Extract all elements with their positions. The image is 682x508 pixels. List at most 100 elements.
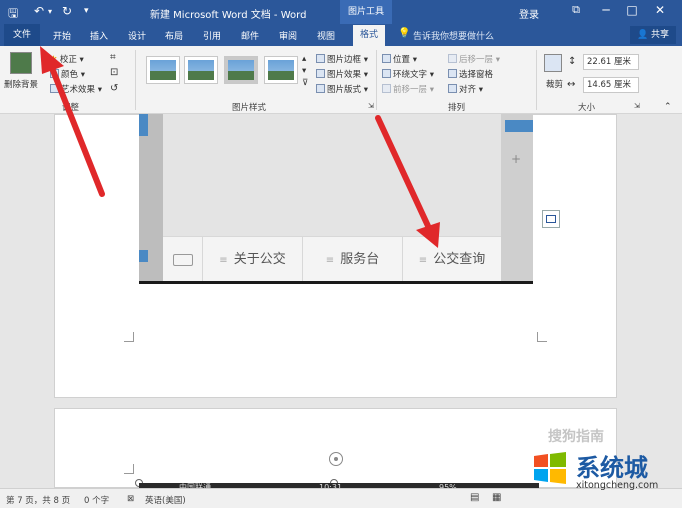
site-logo: 系统城 xitongcheng.com [528,446,678,502]
align-button[interactable]: 对齐 ▾ [448,83,483,95]
artistic-effects-icon [50,84,59,93]
close-button[interactable]: ✕ [650,3,670,17]
collapse-ribbon-icon[interactable]: ⌃ [664,102,672,112]
gallery-scroll-up-icon[interactable]: ▴ [302,54,306,64]
picture-style-1[interactable] [146,56,180,84]
picture-effects-button[interactable]: 图片效果 ▾ [316,68,368,80]
document-area: + ≡关于公交 ≡服务台 ≡公交查询 中国联通 10:31 95% 搜狗指南 [0,114,682,493]
undo-icon[interactable]: ↶ [34,4,44,18]
position-button[interactable]: 位置 ▾ [382,53,417,65]
gallery-scroll-down-icon[interactable]: ▾ [302,66,306,76]
corrections-label: 校正 ▾ [59,55,84,65]
tab-view[interactable]: 视图 [317,29,335,42]
picture-left-edge [139,114,163,284]
change-picture-icon[interactable]: ⊡ [110,67,118,78]
tab-format[interactable]: 格式 [353,25,385,46]
tab-home[interactable]: 开始 [53,29,71,42]
tab-review[interactable]: 审阅 [279,29,297,42]
position-label: 位置 ▾ [393,55,417,65]
tab-file[interactable]: 文件 [4,24,40,46]
blue-tab [139,114,148,136]
picture-border-button[interactable]: 图片边框 ▾ [316,53,368,65]
tab-mailings[interactable]: 邮件 [241,29,259,42]
picture-tools-label: 图片工具 [340,0,392,24]
inserted-picture[interactable]: + ≡ 关于公交 ≡ 服务台 ≡ 公交查询 [139,114,533,284]
watermark-text: 搜狗指南 [548,429,604,445]
language[interactable]: 英语(美国) [145,494,186,506]
remove-background-button[interactable]: 删除背景 [4,78,38,90]
width-input[interactable]: 14.65 厘米 [583,77,639,93]
remove-background-icon[interactable] [10,52,32,74]
bring-forward-icon [382,84,391,93]
login-link[interactable]: 登录 [519,6,539,21]
compress-pictures-icon[interactable]: ⌗ [110,52,116,63]
proofing-icon[interactable]: ⊠ [127,494,134,504]
picture-styles-group-label: 图片样式 [232,103,267,113]
size-launcher-icon[interactable]: ⇲ [634,102,640,110]
layout-options-icon [546,215,556,223]
height-input[interactable]: 22.61 厘米 [583,54,639,70]
bring-forward-button[interactable]: 前移一层 ▾ [382,83,434,95]
person-icon: 👤 [636,30,649,40]
ribbon: 删除背景 ✲ 校正 ▾ 颜色 ▾ 艺术效果 ▾ ⌗ ⊡ ↺ 调整 ▴ ▾ ⊽ 图… [0,46,682,114]
picture-style-3[interactable] [224,56,258,84]
send-backward-button[interactable]: 后移一层 ▾ [448,53,500,65]
document-title: 新建 Microsoft Word 文档 - Word [150,10,307,21]
picture-border-icon [316,54,325,63]
tab-layout[interactable]: 布局 [165,29,183,42]
tab-insert[interactable]: 插入 [90,29,108,42]
tab-references[interactable]: 引用 [203,29,221,42]
divider [376,50,377,110]
picture-style-2[interactable] [184,56,218,84]
gallery-more-icon[interactable]: ⊽ [302,78,308,88]
picture-styles-launcher-icon[interactable]: ⇲ [368,102,374,110]
wrap-text-label: 环绕文字 ▾ [393,70,434,80]
picture-bottom-edge [139,281,533,284]
customize-qat-icon[interactable]: ▾ [84,6,89,16]
menu-icon: ≡ [219,255,228,266]
tell-me-input[interactable]: 告诉我你想要做什么 [413,29,494,42]
color-button[interactable]: 颜色 ▾ [50,68,85,80]
menu-item-label: 关于公交 [233,252,286,267]
tab-design[interactable]: 设计 [128,29,146,42]
word-count[interactable]: 0 个字 [84,494,109,506]
artistic-effects-button[interactable]: 艺术效果 ▾ [50,83,102,95]
restore-button[interactable]: □ [622,3,642,17]
layout-options-button[interactable] [542,210,560,228]
picture-layout-button[interactable]: 图片版式 ▾ [316,83,368,95]
wrap-text-button[interactable]: 环绕文字 ▾ [382,68,434,80]
rotation-handle[interactable] [329,452,343,466]
menu-icon: ≡ [325,255,335,266]
blue-tab [139,250,148,262]
menu-item: ≡ 关于公交 [203,237,303,283]
undo-dropdown-icon[interactable]: ▾ [48,7,52,16]
minimize-button[interactable]: ─ [596,3,616,17]
title-bar: 🖫 ↶ ▾ ↻ ▾ 新建 Microsoft Word 文档 - Word 图片… [0,0,682,24]
selection-pane-label: 选择窗格 [459,70,494,80]
reset-picture-icon[interactable]: ↺ [110,83,118,94]
menu-item-label: 公交查询 [433,252,486,267]
corner-mark [537,332,547,342]
arrange-group-label: 排列 [448,103,466,113]
size-group-label: 大小 [578,103,596,113]
picture-layout-label: 图片版式 ▾ [327,85,368,95]
divider [135,50,136,110]
crop-icon[interactable] [544,54,562,72]
align-icon [448,84,457,93]
position-icon [382,54,391,63]
wrap-text-icon [382,69,391,78]
picture-style-4[interactable] [264,56,298,84]
crop-button[interactable]: 裁剪 [546,78,563,90]
phone-menu-bar: ≡ 关于公交 ≡ 服务台 ≡ 公交查询 [163,236,501,283]
selection-pane-button[interactable]: 选择窗格 [448,68,493,80]
read-mode-icon[interactable]: ▤ [470,492,479,503]
corrections-button[interactable]: ✲ 校正 ▾ [50,53,84,65]
ribbon-display-options-icon[interactable]: ⧉ [566,3,586,17]
page-count[interactable]: 第 7 页，共 8 页 [6,494,70,506]
share-button[interactable]: 👤 共享 [630,26,676,44]
windows-logo-icon [534,452,566,484]
save-icon[interactable]: 🖫 [8,4,18,25]
print-layout-icon[interactable]: ▦ [492,492,501,503]
send-backward-icon [448,54,457,63]
redo-icon[interactable]: ↻ [62,4,72,18]
